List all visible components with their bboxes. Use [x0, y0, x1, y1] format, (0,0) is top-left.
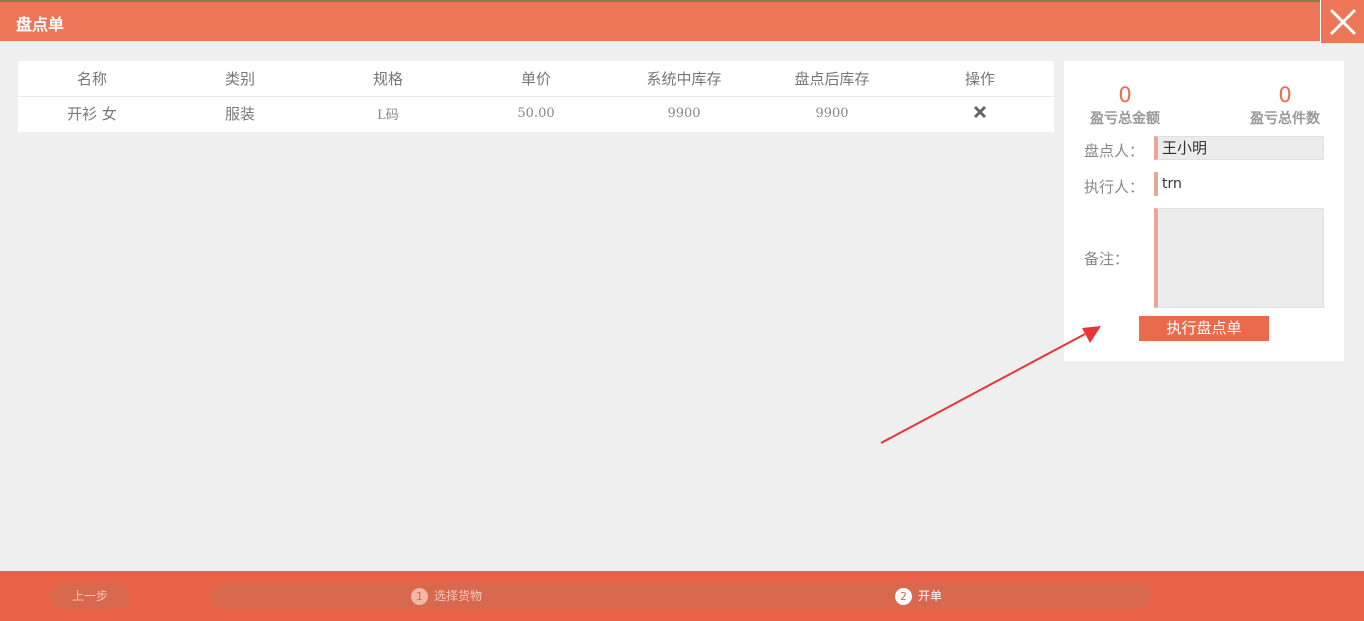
executor-field[interactable]: trn: [1154, 172, 1324, 196]
step-label-1: 选择货物: [434, 589, 483, 603]
execute-inventory-button[interactable]: 执行盘点单: [1139, 316, 1269, 341]
col-header-system-stock: 系统中库存: [610, 61, 758, 97]
col-header-after-stock: 盘点后库存: [758, 61, 906, 97]
loss-amount-label: 盈亏总金额: [1090, 111, 1160, 127]
col-header-price: 单价: [462, 61, 610, 97]
dialog-titlebar: 盘点单: [0, 0, 1364, 43]
cell-name: 开衫 女: [67, 105, 117, 124]
cell-spec: L码: [377, 108, 399, 124]
cell-price: 50.00: [517, 106, 555, 122]
col-header-category: 类别: [166, 61, 314, 97]
cell-system-stock: 9900: [667, 106, 701, 122]
loss-count-label: 盈亏总件数: [1250, 111, 1320, 127]
loss-amount-stat: 0 盈亏总金额: [1084, 83, 1166, 128]
step-number-1: 1: [411, 588, 428, 605]
loss-count-value: 0: [1278, 83, 1292, 107]
cell-category: 服装: [224, 105, 255, 124]
delete-row-icon[interactable]: [973, 105, 987, 123]
loss-amount-value: 0: [1118, 83, 1132, 107]
step-number-2: 2: [895, 588, 912, 605]
loss-count-stat: 0 盈亏总件数: [1244, 83, 1326, 128]
close-icon: [1329, 8, 1357, 36]
step-select-goods[interactable]: 1 选择货物: [411, 583, 482, 609]
checker-label: 盘点人：: [1084, 142, 1145, 160]
col-header-name: 名称: [18, 61, 166, 97]
close-button[interactable]: [1320, 0, 1364, 43]
wizard-footer: 上一步 1 选择货物 2 开单: [0, 571, 1364, 621]
checker-field[interactable]: 王小明: [1154, 136, 1324, 160]
table-row: 开衫 女 服装 L码 50.00 9900 9900: [18, 96, 1054, 131]
table-header-row: 名称 类别 规格 单价 系统中库存 盘点后库存 操作: [18, 61, 1054, 97]
wizard-steps: 1 选择货物 2 开单: [211, 583, 1151, 609]
col-header-spec: 规格: [314, 61, 462, 97]
step-create-order[interactable]: 2 开单: [895, 583, 942, 609]
inventory-table: 名称 类别 规格 单价 系统中库存 盘点后库存 操作 开衫 女 服装 L码 50…: [18, 61, 1054, 131]
executor-label: 执行人：: [1084, 178, 1145, 196]
inventory-table-panel: 名称 类别 规格 单价 系统中库存 盘点后库存 操作 开衫 女 服装 L码 50…: [18, 61, 1054, 132]
cell-action: [906, 96, 1054, 131]
col-header-action: 操作: [906, 61, 1054, 97]
remark-label: 备注：: [1084, 250, 1130, 268]
prev-step-button[interactable]: 上一步: [50, 583, 130, 609]
dialog-title: 盘点单: [16, 15, 65, 34]
order-summary-panel: 0 盈亏总金额 0 盈亏总件数 盘点人： 王小明 执行人： trn 备注： 执行…: [1064, 61, 1344, 361]
cell-after-stock: 9900: [815, 106, 849, 122]
remark-textarea[interactable]: [1154, 208, 1324, 308]
step-label-2: 开单: [918, 589, 943, 603]
